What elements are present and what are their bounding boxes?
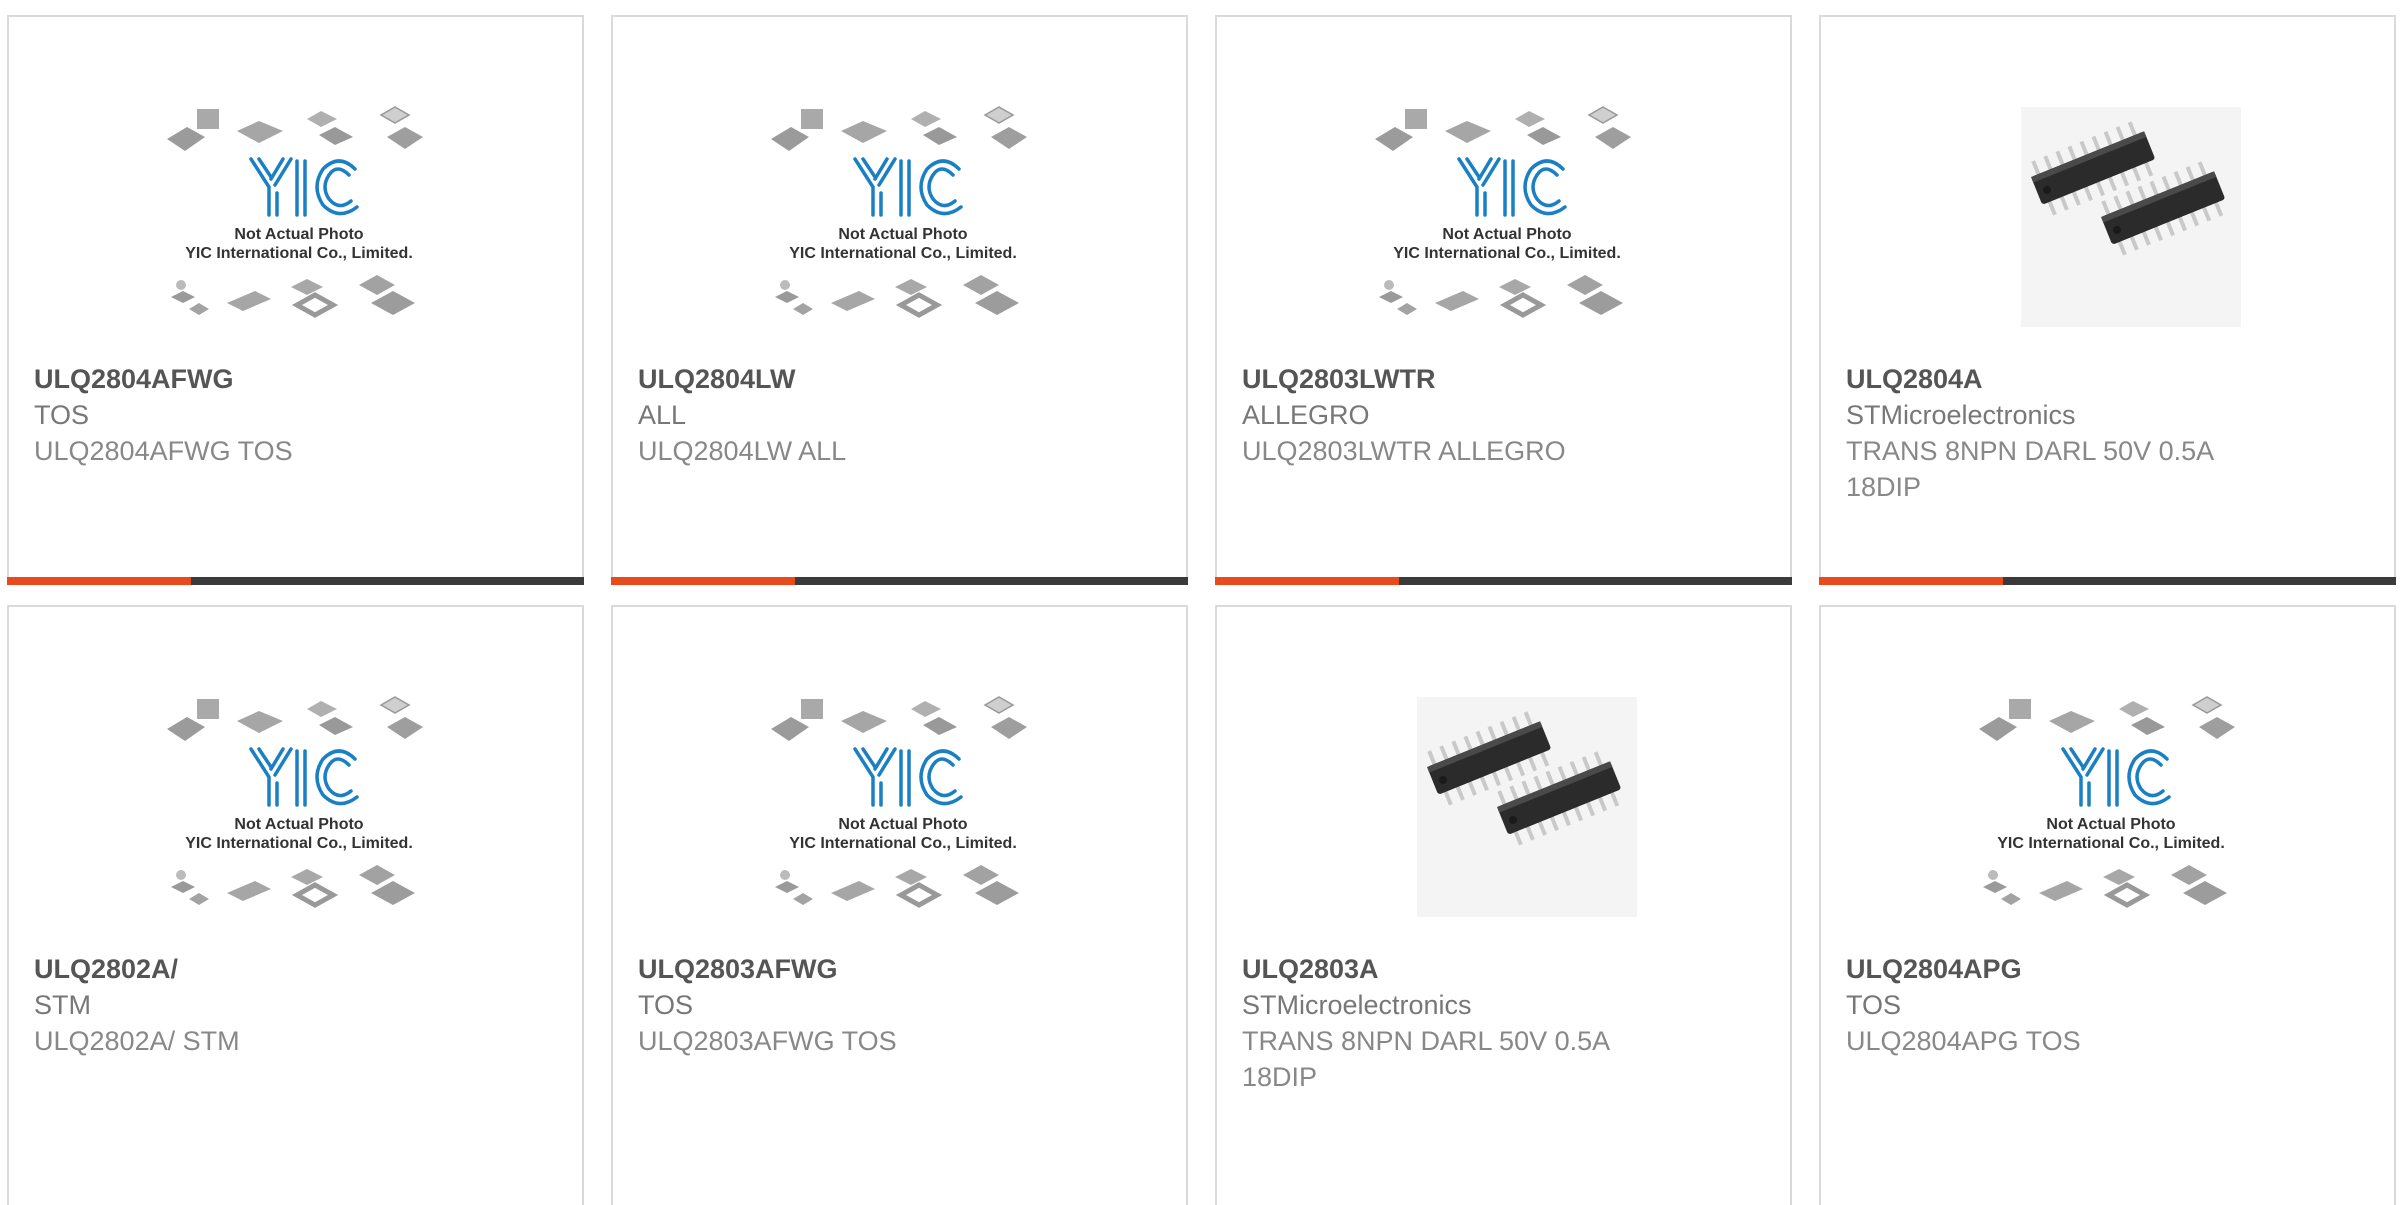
watermark-text: Not Actual Photo [1442, 226, 1571, 243]
product-image-graphic: Not Actual Photo YIC International Co., L… [1367, 97, 1647, 347]
watermark-text: Not Actual Photo [234, 816, 363, 833]
product-image-graphic: Not Actual Photo YIC International Co., L… [763, 97, 1043, 347]
product-card[interactable]: Not Actual Photo YIC International Co., L… [7, 605, 584, 1205]
card-accent [1215, 577, 1399, 585]
product-image[interactable] [1971, 97, 2251, 347]
part-number[interactable]: ULQ2804LW [638, 361, 1138, 397]
product-card[interactable]: Not Actual Photo YIC International Co., L… [611, 15, 1188, 585]
product-image-graphic: Not Actual Photo YIC International Co., L… [159, 97, 439, 347]
manufacturer: STMicroelectronics [1242, 990, 1472, 1020]
product-image[interactable]: Not Actual Photo YIC International Co., L… [1971, 687, 2251, 937]
part-number[interactable]: ULQ2804A [1846, 361, 2346, 397]
product-card[interactable]: Not Actual Photo YIC International Co., L… [611, 605, 1188, 1205]
part-number[interactable]: ULQ2803AFWG [638, 951, 1138, 987]
product-image-graphic: Not Actual Photo YIC International Co., L… [763, 687, 1043, 937]
card-bottom-bar [611, 577, 1188, 585]
manufacturer: TOS [638, 990, 694, 1020]
description: TRANS 8NPN DARL 50V 0.5A 18DIP [1846, 436, 2215, 502]
watermark-text: YIC International Co., Limited. [185, 835, 413, 852]
watermark-text: Not Actual Photo [838, 816, 967, 833]
manufacturer: ALLEGRO [1242, 400, 1370, 430]
manufacturer: TOS [1846, 990, 1902, 1020]
product-card[interactable]: ULQ2804A STMicroelectronics TRANS 8NPN D… [1819, 15, 2396, 585]
description: ULQ2802A/ STM [34, 1026, 240, 1056]
card-accent [611, 577, 795, 585]
product-image-graphic: Not Actual Photo YIC International Co., L… [1971, 687, 2251, 937]
card-bottom-bar [1215, 577, 1792, 585]
dip-chip-photo [1417, 697, 1637, 917]
product-image-graphic [1417, 697, 1637, 917]
part-number[interactable]: ULQ2804AFWG [34, 361, 534, 397]
description: ULQ2804LW ALL [638, 436, 847, 466]
manufacturer: ALL [638, 400, 687, 430]
manufacturer: STM [34, 990, 91, 1020]
watermark-text: YIC International Co., Limited. [1393, 245, 1621, 262]
card-accent [1819, 577, 2003, 585]
card-bottom-bar [7, 577, 584, 585]
description: TRANS 8NPN DARL 50V 0.5A 18DIP [1242, 1026, 1611, 1092]
description: ULQ2803AFWG TOS [638, 1026, 897, 1056]
product-card[interactable]: Not Actual Photo YIC International Co., L… [1215, 15, 1792, 585]
watermark-text: Not Actual Photo [2046, 816, 2175, 833]
manufacturer: TOS [34, 400, 90, 430]
watermark-text: YIC International Co., Limited. [789, 835, 1017, 852]
product-card[interactable]: Not Actual Photo YIC International Co., L… [1819, 605, 2396, 1205]
product-image[interactable]: Not Actual Photo YIC International Co., L… [159, 97, 439, 347]
part-number[interactable]: ULQ2804APG [1846, 951, 2346, 987]
part-number[interactable]: ULQ2802A/ [34, 951, 534, 987]
manufacturer: STMicroelectronics [1846, 400, 2076, 430]
watermark-text: YIC International Co., Limited. [185, 245, 413, 262]
card-accent [7, 577, 191, 585]
product-image[interactable]: Not Actual Photo YIC International Co., L… [1367, 97, 1647, 347]
part-number[interactable]: ULQ2803LWTR [1242, 361, 1742, 397]
product-card[interactable]: ULQ2803A STMicroelectronics TRANS 8NPN D… [1215, 605, 1792, 1205]
watermark-text: Not Actual Photo [838, 226, 967, 243]
watermark-text: YIC International Co., Limited. [789, 245, 1017, 262]
product-image-graphic [2021, 107, 2241, 327]
watermark-text: YIC International Co., Limited. [1997, 835, 2225, 852]
product-image[interactable] [1367, 687, 1647, 937]
product-image[interactable]: Not Actual Photo YIC International Co., L… [763, 97, 1043, 347]
product-image-graphic: Not Actual Photo YIC International Co., L… [159, 687, 439, 937]
card-bottom-bar [1819, 577, 2396, 585]
description: ULQ2803LWTR ALLEGRO [1242, 436, 1566, 466]
description: ULQ2804APG TOS [1846, 1026, 2081, 1056]
watermark-text: Not Actual Photo [234, 226, 363, 243]
part-number[interactable]: ULQ2803A [1242, 951, 1742, 987]
product-image[interactable]: Not Actual Photo YIC International Co., L… [159, 687, 439, 937]
dip-chip-photo [2021, 107, 2241, 327]
description: ULQ2804AFWG TOS [34, 436, 293, 466]
product-image[interactable]: Not Actual Photo YIC International Co., L… [763, 687, 1043, 937]
product-card[interactable]: Not Actual Photo YIC International Co., L… [7, 15, 584, 585]
